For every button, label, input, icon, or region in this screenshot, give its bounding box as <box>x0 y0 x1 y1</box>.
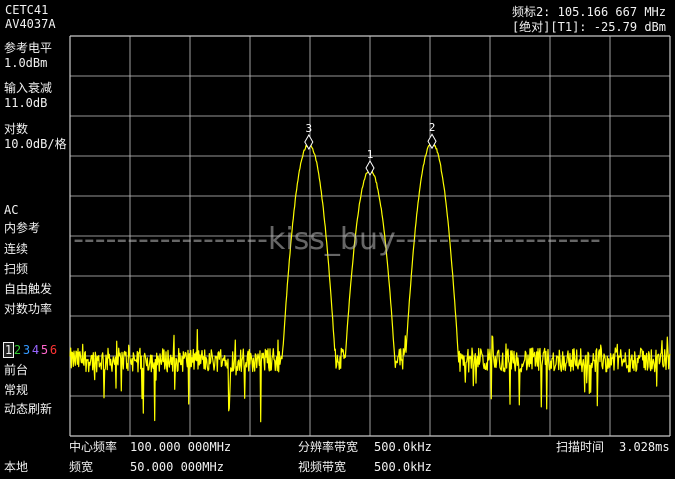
sweep-mode-status: 连续 <box>4 242 29 256</box>
marker-amp-readout: [绝对][T1]: -25.79 dBm <box>511 20 666 34</box>
trace-tab-5[interactable]: 5 <box>40 343 49 357</box>
trace-tab-2[interactable]: 2 <box>13 343 22 357</box>
detector-status: 对数功率 <box>4 302 53 316</box>
marker-label: 2 <box>429 121 436 134</box>
trace-tab-4[interactable]: 4 <box>31 343 40 357</box>
vbw-label: 视频带宽 <box>298 460 347 474</box>
center-freq-value: 100.000 000MHz <box>130 440 232 454</box>
trace-tab-6[interactable]: 6 <box>49 343 58 357</box>
atten-label: 输入衰减 <box>4 81 53 95</box>
rbw-label: 分辨率带宽 <box>298 440 359 454</box>
trace-selector[interactable]: 123456 <box>3 342 58 358</box>
trace-mode: 常规 <box>4 383 29 397</box>
marker-label: 3 <box>305 122 312 135</box>
vbw-value: 500.0kHz <box>374 460 432 474</box>
scale-value: 10.0dB/格 <box>4 137 67 151</box>
marker-label: 1 <box>367 148 374 161</box>
sweep-type-status: 扫频 <box>4 262 29 276</box>
sweep-time-value: 3.028ms <box>619 440 670 454</box>
rbw-value: 500.0kHz <box>374 440 432 454</box>
marker-freq-readout: 频标2: 105.166 667 MHz <box>511 5 666 19</box>
center-freq-label: 中心频率 <box>69 440 118 454</box>
instrument-maker: CETC41 <box>5 3 49 17</box>
span-value: 50.000 000MHz <box>130 460 224 474</box>
watermark: ------------------kiss_buy--------------… <box>73 222 601 257</box>
ref-level-label: 参考电平 <box>4 41 53 55</box>
reference-status: 内参考 <box>4 221 41 235</box>
atten-value: 11.0dB <box>4 96 48 110</box>
span-label: 频宽 <box>69 460 94 474</box>
coupling-status: AC <box>4 203 19 217</box>
trace-tab-1[interactable]: 1 <box>3 342 14 358</box>
trigger-status: 自由触发 <box>4 282 53 296</box>
scale-label: 对数 <box>4 122 29 136</box>
sweep-time-label: 扫描时间 <box>556 440 605 454</box>
ref-level-value: 1.0dBm <box>4 56 48 70</box>
refresh-mode: 动态刷新 <box>4 402 53 416</box>
trace-tab-3[interactable]: 3 <box>22 343 31 357</box>
instrument-model: AV4037A <box>5 17 56 31</box>
trace-state: 前台 <box>4 363 29 377</box>
local-status: 本地 <box>4 460 29 474</box>
